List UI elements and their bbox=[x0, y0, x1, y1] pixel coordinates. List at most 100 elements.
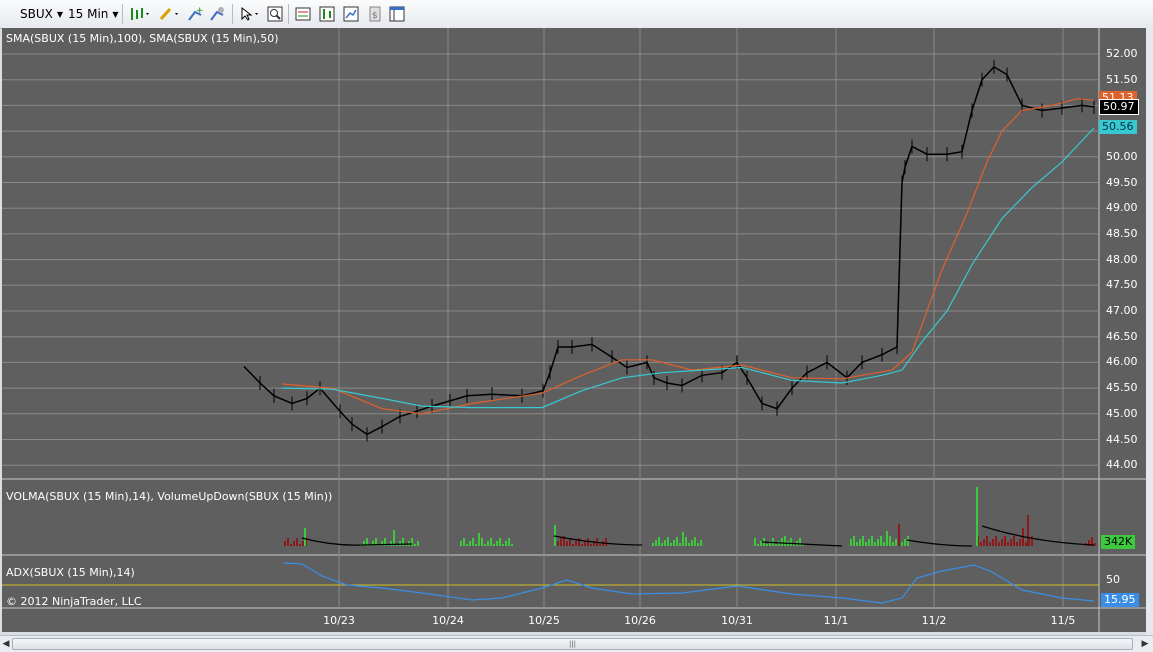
volume-bar bbox=[490, 538, 492, 546]
volume-bar bbox=[871, 536, 873, 546]
volume-bar bbox=[496, 541, 498, 546]
volume-bar bbox=[469, 541, 471, 546]
scroll-left-icon[interactable]: ◀ bbox=[0, 638, 12, 650]
properties-icon[interactable] bbox=[342, 5, 360, 23]
data-box-icon[interactable] bbox=[294, 5, 312, 23]
volume-bar bbox=[584, 541, 586, 546]
cursor-icon[interactable] bbox=[238, 5, 262, 23]
volume-bar bbox=[667, 537, 669, 546]
chevron-down-icon: ▼ bbox=[112, 9, 119, 19]
volume-bar bbox=[605, 538, 607, 546]
volume-bar bbox=[511, 544, 513, 546]
volume-bar bbox=[907, 536, 909, 546]
last-price-badge: 50.97 bbox=[1099, 99, 1139, 115]
adx-axis-tick: 50 bbox=[1106, 573, 1120, 586]
price-axis-tick: 48.50 bbox=[1106, 226, 1138, 240]
volume-bar bbox=[868, 539, 870, 546]
volume-bar bbox=[976, 487, 978, 546]
volume-bar bbox=[581, 544, 583, 546]
volume-bar bbox=[304, 528, 306, 546]
volume-bar bbox=[484, 544, 486, 546]
volume-bar bbox=[472, 538, 474, 546]
volume-bar bbox=[411, 538, 413, 546]
volume-bar bbox=[475, 544, 477, 546]
price-axis-tick: 48.00 bbox=[1106, 252, 1138, 266]
chart-trader-icon[interactable] bbox=[318, 5, 336, 23]
volume-bar bbox=[478, 533, 480, 546]
price-axis-tick: 49.00 bbox=[1106, 201, 1138, 215]
interval-selector[interactable]: 15 Min ▼ bbox=[68, 5, 119, 23]
price-axis-tick: 46.50 bbox=[1106, 329, 1138, 343]
price-axis-tick: 45.50 bbox=[1106, 381, 1138, 395]
volume-bar bbox=[505, 541, 507, 546]
volume-bar bbox=[460, 541, 462, 546]
volume-bar bbox=[390, 541, 392, 546]
volume-bar bbox=[682, 532, 684, 546]
volume-bar bbox=[1016, 542, 1018, 546]
volume-bar bbox=[466, 544, 468, 546]
volume-bar bbox=[880, 536, 882, 546]
volume-bar bbox=[850, 539, 852, 546]
volume-bar bbox=[676, 537, 678, 546]
adx-line bbox=[283, 562, 1095, 604]
chart-drawing bbox=[2, 28, 1146, 632]
time-axis-label: 10/25 bbox=[528, 614, 560, 627]
volume-bar bbox=[414, 544, 416, 546]
volume-bar bbox=[799, 538, 801, 546]
time-axis-label: 11/5 bbox=[1050, 614, 1076, 627]
template-icon[interactable]: $ bbox=[366, 5, 384, 23]
layout-icon[interactable] bbox=[388, 5, 406, 23]
adx-panel-label: ADX(SBUX (15 Min),14) bbox=[6, 566, 135, 579]
add-indicator-icon[interactable]: + bbox=[186, 5, 204, 23]
chevron-down-icon: ▼ bbox=[56, 9, 64, 19]
volume-bar bbox=[293, 541, 295, 546]
volume-bar bbox=[557, 541, 559, 546]
scroll-right-icon[interactable]: ▶ bbox=[1139, 638, 1151, 650]
price-axis-tick: 44.50 bbox=[1106, 432, 1138, 446]
time-axis-label: 10/26 bbox=[624, 614, 656, 627]
volume-bar bbox=[661, 543, 663, 546]
horizontal-scrollbar[interactable]: ◀ ||| ▶ bbox=[0, 635, 1153, 652]
volume-bar bbox=[290, 544, 292, 546]
volume-bar bbox=[402, 538, 404, 546]
time-axis-label: 11/2 bbox=[921, 614, 947, 627]
copyright-text: © 2012 NinjaTrader, LLC bbox=[6, 595, 142, 608]
toolbar-divider bbox=[232, 4, 233, 24]
volume-bar bbox=[655, 540, 657, 546]
volume-bar bbox=[983, 539, 985, 546]
draw-pencil-icon[interactable] bbox=[157, 5, 181, 23]
price-axis-tick: 49.50 bbox=[1106, 175, 1138, 189]
volume-bar bbox=[652, 543, 654, 546]
volume-value-badge: 342K bbox=[1101, 535, 1136, 549]
volume-bar bbox=[679, 543, 681, 546]
volume-bar bbox=[898, 524, 900, 546]
volume-bar bbox=[697, 543, 699, 546]
adx-value-badge: 15.95 bbox=[1101, 593, 1139, 607]
bar-style-icon[interactable] bbox=[128, 5, 152, 23]
volume-bar bbox=[998, 542, 1000, 546]
volume-bar bbox=[901, 542, 903, 546]
price-axis-tick: 47.00 bbox=[1106, 304, 1138, 317]
price-bars bbox=[243, 65, 1095, 436]
volume-bar bbox=[572, 544, 574, 546]
volume-bar bbox=[1025, 542, 1027, 546]
volume-bar bbox=[856, 542, 858, 546]
strategy-icon[interactable] bbox=[208, 5, 226, 23]
volume-bar bbox=[1007, 542, 1009, 546]
time-axis-label: 10/24 bbox=[432, 614, 464, 627]
volume-bar bbox=[892, 542, 894, 546]
sma100-value-badge: 50.56 bbox=[1099, 120, 1137, 134]
volume-bar bbox=[664, 540, 666, 546]
time-axis-label: 11/1 bbox=[823, 614, 849, 627]
chart-toolbar: SBUX ▼ 15 Min ▼ + $ bbox=[0, 0, 1153, 29]
volume-bar bbox=[889, 536, 891, 546]
symbol-selector[interactable]: SBUX ▼ bbox=[20, 5, 63, 23]
volume-bar bbox=[508, 538, 510, 546]
volume-bar bbox=[1013, 536, 1015, 546]
chart-canvas[interactable]: SMA(SBUX (15 Min),100), SMA(SBUX (15 Min… bbox=[2, 28, 1146, 632]
zoom-icon[interactable] bbox=[266, 5, 284, 23]
symbol-label: SBUX bbox=[20, 7, 53, 21]
sma50-line bbox=[281, 98, 1095, 415]
scrollbar-thumb[interactable]: ||| bbox=[12, 638, 1133, 650]
volume-bar bbox=[688, 543, 690, 546]
